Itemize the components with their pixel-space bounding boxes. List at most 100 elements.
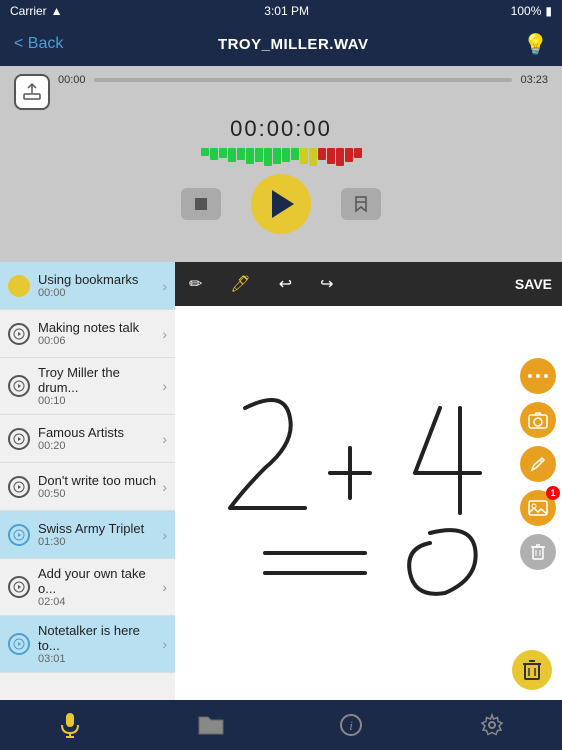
battery-icon: ▮ (545, 4, 552, 18)
battery-label: 100% (511, 4, 542, 18)
meter-bar (264, 148, 272, 166)
meter-bar (309, 148, 317, 166)
trash-button[interactable] (520, 534, 556, 570)
tab-info[interactable]: i (281, 714, 422, 736)
circle-play-icon (13, 581, 25, 593)
drawing-area[interactable] (175, 306, 562, 700)
sidebar-item-notetalker[interactable]: Notetalker is here to... 03:01 › (0, 616, 175, 673)
note-toolbar: ✏ 🖊 ↩ ↪ SAVE (175, 262, 562, 306)
sidebar-item-making-notes[interactable]: Making notes talk 00:06 › (0, 310, 175, 358)
more-options-button[interactable] (520, 358, 556, 394)
svg-text:i: i (349, 718, 353, 733)
camera-button[interactable] (520, 402, 556, 438)
item-time: 00:10 (38, 395, 158, 407)
bookmark-circle-icon (8, 476, 30, 498)
item-text: Add your own take o... 02:04 (38, 566, 158, 608)
timer-display: 00:00:00 (14, 116, 548, 142)
chevron-right-icon: › (162, 479, 167, 495)
sidebar-item-dont-write[interactable]: Don't write too much 00:50 › (0, 463, 175, 511)
pencil-tool[interactable]: ✏ (185, 270, 206, 298)
trash-icon (530, 543, 546, 561)
play-controls (14, 174, 548, 234)
meter-bar (336, 148, 344, 166)
undo-button[interactable]: ↩ (275, 270, 296, 298)
sidebar-item-swiss-army[interactable]: Swiss Army Triplet 01:30 › (0, 511, 175, 559)
note-area: ✏ 🖊 ↩ ↪ SAVE (175, 262, 562, 700)
delete-icon (522, 659, 542, 681)
item-text: Troy Miller the drum... 00:10 (38, 365, 158, 407)
sidebar-item-using-bookmarks[interactable]: Using bookmarks 00:00 › (0, 262, 175, 310)
play-button[interactable] (251, 174, 311, 234)
bulb-icon[interactable]: 💡 (523, 32, 548, 57)
image-button[interactable] (520, 490, 556, 526)
redo-button[interactable]: ↪ (316, 270, 337, 298)
pen-icon (529, 455, 547, 473)
meter-bar (210, 148, 218, 160)
circle-play-icon (13, 380, 25, 392)
more-icon (528, 372, 548, 380)
chevron-right-icon: › (162, 278, 167, 294)
circle-play-icon (13, 481, 25, 493)
start-time: 00:00 (58, 74, 86, 86)
back-button[interactable]: < Back (14, 35, 63, 53)
meter-bar (219, 148, 227, 158)
export-button[interactable] (14, 74, 50, 110)
meter-bar (255, 148, 263, 162)
folder-icon (198, 714, 224, 736)
chevron-right-icon: › (162, 636, 167, 652)
item-title: Making notes talk (38, 320, 158, 335)
meter-bar (300, 148, 308, 164)
drawing-canvas (175, 306, 562, 700)
bookmark-circle-icon (8, 428, 30, 450)
bookmark-circle-icon (8, 323, 30, 345)
info-icon: i (340, 714, 362, 736)
item-time: 01:30 (38, 536, 158, 548)
meter-bar (318, 148, 326, 160)
meter-bar (282, 148, 290, 162)
header-title: TROY_MILLER.WAV (218, 36, 369, 53)
tab-folder[interactable] (141, 714, 282, 736)
sidebar-item-add-your-own[interactable]: Add your own take o... 02:04 › (0, 559, 175, 616)
tab-bar: i (0, 700, 562, 750)
wifi-icon: ▲ (51, 4, 63, 18)
item-title: Famous Artists (38, 425, 158, 440)
item-title: Add your own take o... (38, 566, 158, 596)
delete-float-button[interactable] (512, 650, 552, 690)
item-time: 00:50 (38, 488, 158, 500)
sidebar-item-famous-artists[interactable]: Famous Artists 00:20 › (0, 415, 175, 463)
item-text: Swiss Army Triplet 01:30 (38, 521, 158, 548)
sidebar-item-troy-miller[interactable]: Troy Miller the drum... 00:10 › (0, 358, 175, 415)
chevron-right-icon: › (162, 326, 167, 342)
tab-mic[interactable] (0, 711, 141, 739)
bookmark-button[interactable] (341, 188, 381, 220)
item-time: 03:01 (38, 653, 158, 665)
stop-button[interactable] (181, 188, 221, 220)
item-title: Troy Miller the drum... (38, 365, 158, 395)
save-button[interactable]: SAVE (515, 276, 552, 292)
settings-icon (480, 713, 504, 737)
item-time: 02:04 (38, 596, 158, 608)
pen-button[interactable] (520, 446, 556, 482)
chevron-right-icon: › (162, 579, 167, 595)
chevron-right-icon: › (162, 527, 167, 543)
highlight-tool[interactable]: 🖊 (226, 270, 254, 298)
side-tools (514, 350, 562, 578)
circle-play-icon (13, 529, 25, 541)
item-title: Swiss Army Triplet (38, 521, 158, 536)
item-time: 00:20 (38, 440, 158, 452)
item-title: Don't write too much (38, 473, 158, 488)
sidebar: Using bookmarks 00:00 › Making notes tal… (0, 262, 175, 700)
meter-bar (273, 148, 281, 164)
meter-bar (354, 148, 362, 158)
end-time: 03:23 (520, 74, 548, 86)
meter-bar (291, 148, 299, 160)
player-area: 00:00 03:23 00:00:00 (0, 66, 562, 262)
item-text: Using bookmarks 00:00 (38, 272, 158, 299)
chevron-right-icon: › (162, 431, 167, 447)
status-time: 3:01 PM (264, 4, 309, 18)
bookmark-circle-icon (8, 524, 30, 546)
progress-track[interactable] (94, 78, 513, 82)
header: < Back TROY_MILLER.WAV 💡 (0, 22, 562, 66)
tab-settings[interactable] (422, 713, 562, 737)
circle-play-icon (13, 328, 25, 340)
